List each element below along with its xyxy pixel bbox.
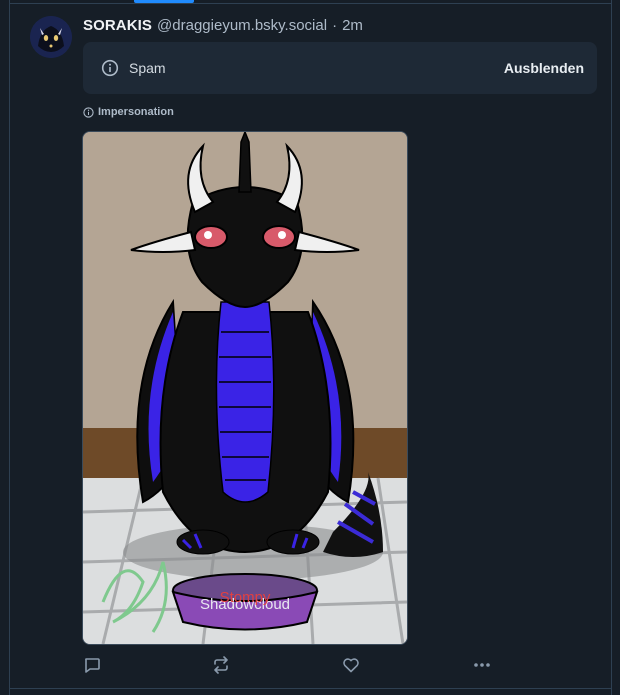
content-warning-box: Spam Ausblenden bbox=[83, 42, 597, 94]
avatar[interactable] bbox=[30, 16, 72, 58]
bowl-text-top: Stompy bbox=[220, 589, 271, 606]
separator-dot: · bbox=[332, 17, 338, 34]
warning-label: Spam bbox=[129, 60, 166, 76]
post-header: SORAKIS @draggieyum.bsky.social · 2m bbox=[83, 17, 363, 37]
more-icon[interactable] bbox=[472, 655, 492, 675]
like-icon[interactable] bbox=[341, 655, 361, 675]
post-timestamp[interactable]: 2m bbox=[342, 17, 363, 34]
post-divider-bottom bbox=[9, 688, 612, 689]
post-actions bbox=[82, 655, 502, 675]
hide-button[interactable]: Ausblenden bbox=[504, 60, 584, 76]
info-icon bbox=[101, 59, 119, 77]
feed-border-right bbox=[611, 0, 612, 695]
impersonation-label[interactable]: Impersonation bbox=[83, 105, 174, 119]
repost-icon[interactable] bbox=[211, 655, 231, 675]
post-divider-top bbox=[9, 3, 612, 4]
dragon-artwork: Shadowcloud Stompy bbox=[83, 132, 407, 644]
author-handle[interactable]: @draggieyum.bsky.social bbox=[157, 17, 327, 34]
impersonation-text: Impersonation bbox=[98, 106, 174, 118]
avatar-image bbox=[30, 16, 72, 58]
feed-border-left bbox=[9, 0, 10, 695]
info-icon bbox=[83, 106, 94, 118]
reply-icon[interactable] bbox=[82, 655, 102, 675]
post-image[interactable]: Shadowcloud Stompy bbox=[82, 131, 408, 645]
author-name[interactable]: SORAKIS bbox=[83, 17, 152, 34]
